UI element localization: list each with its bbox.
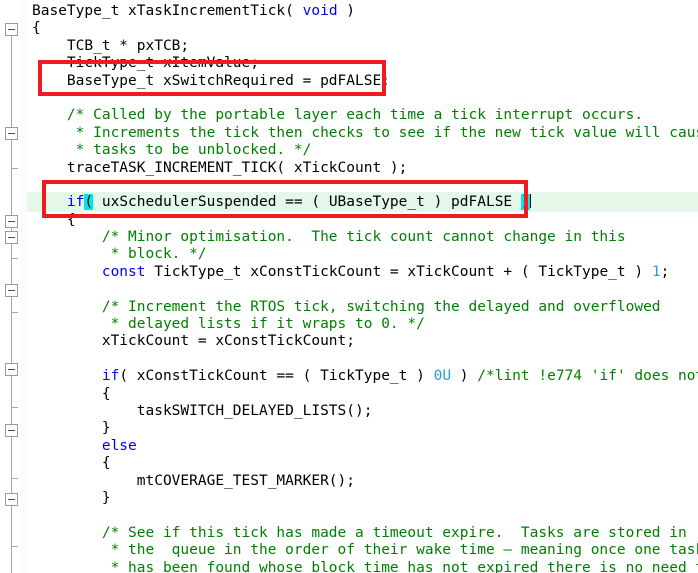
line-close-brace-2[interactable]: } <box>27 490 698 507</box>
code-token: TickType_t xItemValue; <box>32 55 259 72</box>
line-comment-delayed-lists[interactable]: * delayed lists if it wraps to 0. */ <box>27 316 698 333</box>
line-comment-called-by[interactable]: /* Called by the portable layer each tim… <box>27 107 698 124</box>
line-const-xconsttickcount[interactable]: const TickType_t xConstTickCount = xTick… <box>27 264 698 281</box>
line-comment-increments[interactable]: * Increments the tick then checks to see… <box>27 125 698 142</box>
line-trace-task-increment-tick[interactable]: traceTASK_INCREMENT_TICK( xTickCount ); <box>27 160 698 177</box>
code-token: ) <box>451 368 478 385</box>
code-token: { <box>32 211 76 228</box>
comment-token: * tasks to be unblocked. */ <box>32 142 312 159</box>
code-token: uxSchedulerSuspended == ( UBaseType_t ) … <box>93 194 521 211</box>
comment-token: /*lint !e774 'if' does not a <box>477 368 698 385</box>
line-assign-xtickcount[interactable]: xTickCount = xConstTickCount; <box>27 333 698 350</box>
code-token: TCB_t * pxTCB; <box>32 37 190 54</box>
line-blank-3[interactable] <box>27 281 698 298</box>
line-open-brace-4[interactable]: { <box>27 455 698 472</box>
line-comment-the-queue[interactable]: * the queue in the order of their wake t… <box>27 542 698 559</box>
fold-region-end-tick <box>11 312 18 313</box>
line-task-switch-delayed-lists[interactable]: taskSWITCH_DELAYED_LISTS(); <box>27 403 698 420</box>
fold-region-end-tick <box>11 546 18 547</box>
code-token: traceTASK_INCREMENT_TICK( xTickCount ); <box>32 159 408 176</box>
code-token: { <box>32 385 111 402</box>
line-decl-xswitchrequired[interactable]: BaseType_t xSwitchRequired = pdFALSE; <box>27 73 698 90</box>
code-token: ( xConstTickCount == ( TickType_t ) <box>119 368 434 385</box>
fold-collapse-icon[interactable] <box>5 284 18 297</box>
gutter-selection-strip <box>20 0 27 573</box>
fold-collapse-icon[interactable] <box>5 23 18 36</box>
fold-collapse-icon[interactable] <box>5 424 18 437</box>
fold-region-end-tick <box>11 407 18 408</box>
code-text[interactable]: BaseType_t xTaskIncrementTick( void ){ T… <box>27 3 698 573</box>
line-decl-pxtcb[interactable]: TCB_t * pxTCB; <box>27 38 698 55</box>
comment-token: * Increments the tick then checks to see… <box>32 124 698 141</box>
fold-collapse-icon[interactable] <box>5 363 18 376</box>
line-comment-increment-rtos-tick[interactable]: /* Increment the RTOS tick, switching th… <box>27 299 698 316</box>
code-token: } <box>32 489 111 506</box>
code-token: ) <box>337 3 356 19</box>
line-comment-see-if-tick[interactable]: /* See if this tick has made a timeout e… <box>27 525 698 542</box>
line-comment-minor-optimisation[interactable]: /* Minor optimisation. The tick count ca… <box>27 229 698 246</box>
code-token: BaseType_t xSwitchRequired = pdFALSE; <box>32 72 390 89</box>
keyword-token: else <box>101 437 137 454</box>
line-if-const-tick-zero[interactable]: if( xConstTickCount == ( TickType_t ) 0U… <box>27 368 698 385</box>
line-open-brace[interactable]: { <box>27 20 698 37</box>
line-open-brace-3[interactable]: { <box>27 386 698 403</box>
fold-region-end-tick <box>11 168 18 169</box>
code-token: } <box>32 420 111 437</box>
code-token: BaseType_t xTaskIncrementTick( <box>32 3 303 19</box>
comment-token: /* Called by the portable layer each tim… <box>32 107 644 124</box>
comment-token: * delayed lists if it wraps to 0. */ <box>32 316 425 333</box>
line-blank-2[interactable] <box>27 177 698 194</box>
line-blank-4[interactable] <box>27 351 698 368</box>
line-comment-has-been-found[interactable]: * has been found whose block time has no… <box>27 560 698 573</box>
keyword-token: const <box>101 263 146 280</box>
fold-region-end-tick <box>11 478 18 479</box>
keyword-token: if <box>66 194 85 211</box>
bracket-match-highlight: ) <box>520 194 530 211</box>
code-token: taskSWITCH_DELAYED_LISTS(); <box>32 402 373 419</box>
line-comment-tasks-unblocked[interactable]: * tasks to be unblocked. */ <box>27 142 698 159</box>
fold-collapse-icon[interactable] <box>5 493 18 506</box>
bracket-match-highlight: ( <box>84 194 94 211</box>
line-comment-block[interactable]: * block. */ <box>27 246 698 263</box>
line-blank-1[interactable] <box>27 90 698 107</box>
code-editor[interactable]: BaseType_t xTaskIncrementTick( void ){ T… <box>0 0 698 573</box>
comment-token: * block. */ <box>32 246 207 263</box>
keyword-token: void <box>302 3 338 19</box>
line-close-brace-1[interactable]: } <box>27 420 698 437</box>
comment-token: * the queue in the order of their wake t… <box>32 542 698 559</box>
line-blank-5[interactable] <box>27 507 698 524</box>
comment-token: /* Increment the RTOS tick, switching th… <box>32 298 661 315</box>
code-token: { <box>32 20 41 37</box>
fold-region-line <box>11 30 12 573</box>
line-function-signature[interactable]: BaseType_t xTaskIncrementTick( void ) <box>27 3 698 20</box>
code-token: mtCOVERAGE_TEST_MARKER(); <box>32 472 356 489</box>
code-token: ; <box>660 263 670 280</box>
fold-collapse-icon[interactable] <box>5 127 18 140</box>
line-if-scheduler-suspended[interactable]: if( uxSchedulerSuspended == ( UBaseType_… <box>27 194 698 211</box>
code-token: TickType_t xConstTickCount = xTickCount … <box>145 263 652 280</box>
comment-token: /* See if this tick has made a timeout e… <box>32 524 687 541</box>
code-surface[interactable]: BaseType_t xTaskIncrementTick( void ){ T… <box>27 0 698 573</box>
text-caret <box>529 194 531 209</box>
comment-token: /* Minor optimisation. The tick count ca… <box>32 229 626 246</box>
keyword-token: if <box>101 368 120 385</box>
number-token: 1 <box>651 263 661 280</box>
comment-token: * has been found whose block time has no… <box>32 559 698 573</box>
code-token: xTickCount = xConstTickCount; <box>32 333 356 350</box>
code-token: { <box>32 455 111 472</box>
fold-region-end-tick <box>11 258 18 259</box>
number-token: 0U <box>433 368 452 385</box>
fold-collapse-icon[interactable] <box>5 215 18 228</box>
line-open-brace-2[interactable]: { <box>27 212 698 229</box>
fold-gutter[interactable] <box>0 0 27 573</box>
line-else[interactable]: else <box>27 438 698 455</box>
line-mtcoverage-test-marker[interactable]: mtCOVERAGE_TEST_MARKER(); <box>27 473 698 490</box>
fold-collapse-icon[interactable] <box>5 231 18 244</box>
line-decl-xitemvalue[interactable]: TickType_t xItemValue; <box>27 55 698 72</box>
